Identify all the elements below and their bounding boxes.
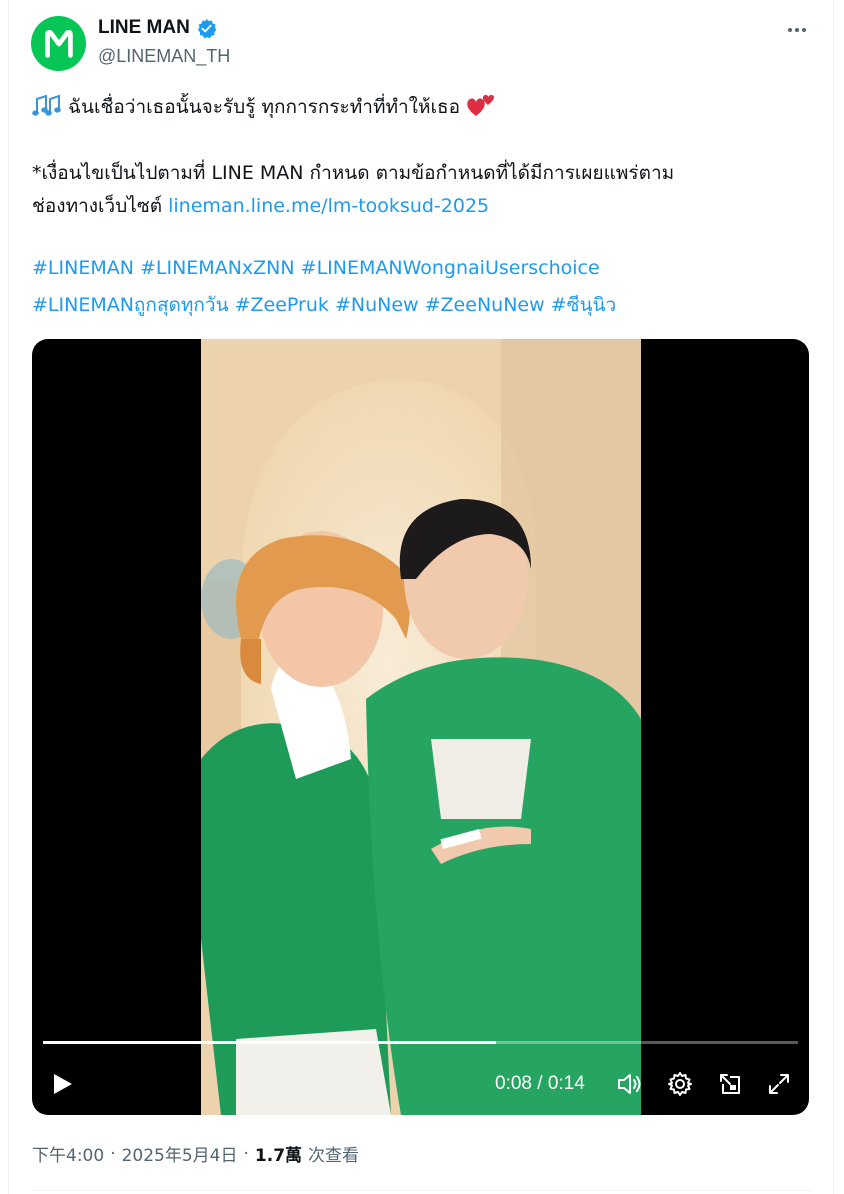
views-label: 次查看 (308, 1146, 360, 1166)
music-notes-emoji (32, 93, 62, 122)
hashtag-link[interactable]: #LINEMANxZNN (140, 257, 295, 279)
tweet-line-1: ฉันเชื่อว่าเธอนั้นจะรับรู้ ทุกการกระทำที… (32, 92, 496, 123)
verified-badge-icon (196, 18, 217, 39)
video-progress-fill (43, 1041, 496, 1044)
hashtag-link[interactable]: #ZeePruk (235, 294, 329, 316)
time-separator: / (537, 1073, 543, 1094)
line-man-logo-icon (44, 29, 73, 58)
video-progress-bar[interactable] (43, 1041, 798, 1044)
handle[interactable]: @LINEMAN_TH (98, 46, 230, 67)
website-link[interactable]: lineman.line.me/lm-tooksud-2025 (168, 195, 489, 217)
hashtag-link[interactable]: #LINEMANถูกสุดทุกวัน (32, 294, 229, 316)
tweet-line-2: *เงื่อนไขเป็นไปตามที่ LINE MAN กำหนด ตาม… (32, 162, 675, 184)
video-still-image (201, 339, 641, 1115)
hashtags-row-2: #LINEMANถูกสุดทุกวัน #ZeePruk #NuNew #Ze… (32, 290, 616, 320)
play-icon[interactable] (50, 1071, 76, 1097)
tweet-meta: 下午4:00 · 2025年5月4日 · 1.7萬 次查看 (32, 1141, 360, 1167)
views-count: 1.7萬 (254, 1146, 303, 1166)
video-time-display: 0:08 / 0:14 (495, 1073, 585, 1095)
meta-separator: · (243, 1143, 249, 1164)
tweet-line-3: ช่องทางเว็บไซต์ lineman.line.me/lm-tooks… (32, 191, 489, 221)
divider (32, 1190, 812, 1191)
hashtag-link[interactable]: #ซีนุนิว (551, 294, 616, 316)
meta-separator: · (110, 1143, 116, 1164)
hashtag-link[interactable]: #ZeeNuNew (425, 294, 545, 316)
more-options-icon[interactable] (782, 16, 812, 44)
tweet-time[interactable]: 下午4:00 (32, 1141, 104, 1166)
hashtag-link[interactable]: #LINEMAN (32, 257, 134, 279)
tweet-line-3-text: ช่องทางเว็บไซต์ (32, 195, 163, 217)
avatar[interactable] (31, 16, 86, 71)
hashtag-link[interactable]: #LINEMANWongnaiUserschoice (301, 257, 600, 279)
author-name-row[interactable]: LINE MAN (98, 17, 217, 39)
hashtag-link[interactable]: #NuNew (335, 294, 419, 316)
picture-in-picture-icon[interactable] (716, 1071, 744, 1097)
settings-icon[interactable] (666, 1071, 694, 1097)
tweet-line-1-text: ฉันเชื่อว่าเธอนั้นจะรับรู้ ทุกการกระทำที… (68, 96, 460, 118)
current-time: 0:08 (495, 1073, 532, 1094)
tweet-date[interactable]: 2025年5月4日 (122, 1141, 238, 1166)
two-hearts-emoji (466, 92, 496, 123)
volume-icon[interactable] (616, 1071, 644, 1097)
display-name[interactable]: LINE MAN (98, 17, 190, 39)
fullscreen-icon[interactable] (765, 1071, 793, 1097)
video-player[interactable]: 0:08 / 0:14 (32, 339, 809, 1115)
video-frame[interactable] (201, 339, 641, 1115)
total-time: 0:14 (547, 1073, 585, 1094)
hashtags-row-1: #LINEMAN #LINEMANxZNN #LINEMANWongnaiUse… (32, 257, 600, 279)
